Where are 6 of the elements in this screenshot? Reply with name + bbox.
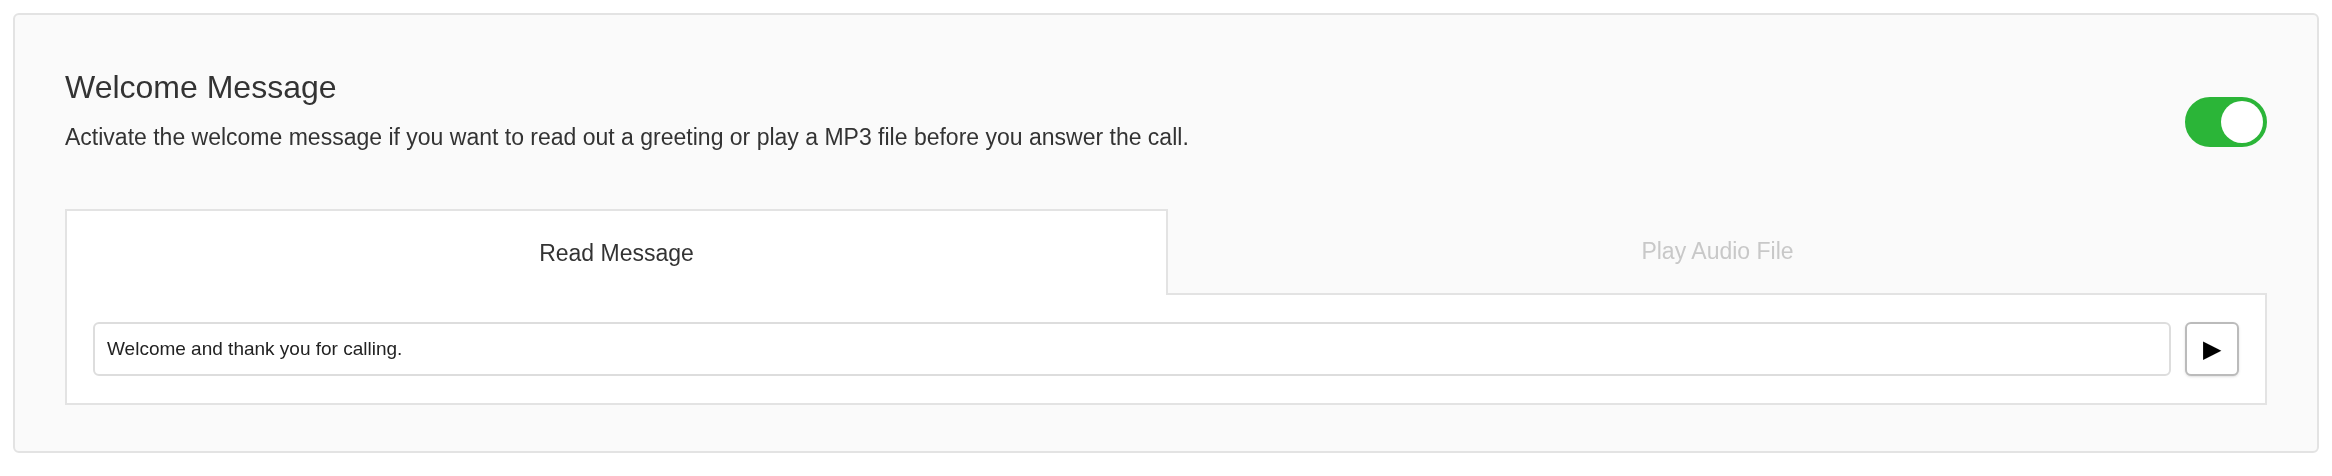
message-input-field[interactable]: Welcome and thank you for calling. xyxy=(93,322,2171,376)
description-text: Activate the welcome message if you want to read out a greeting or play a MP3 file before you answer the call. xyxy=(65,123,1189,152)
tab[interactable]: Read Message xyxy=(65,209,1168,295)
section-title: Welcome Message xyxy=(65,68,338,107)
toggle-switch[interactable] xyxy=(2185,97,2267,147)
play-button[interactable]: ▶ xyxy=(2185,322,2239,376)
